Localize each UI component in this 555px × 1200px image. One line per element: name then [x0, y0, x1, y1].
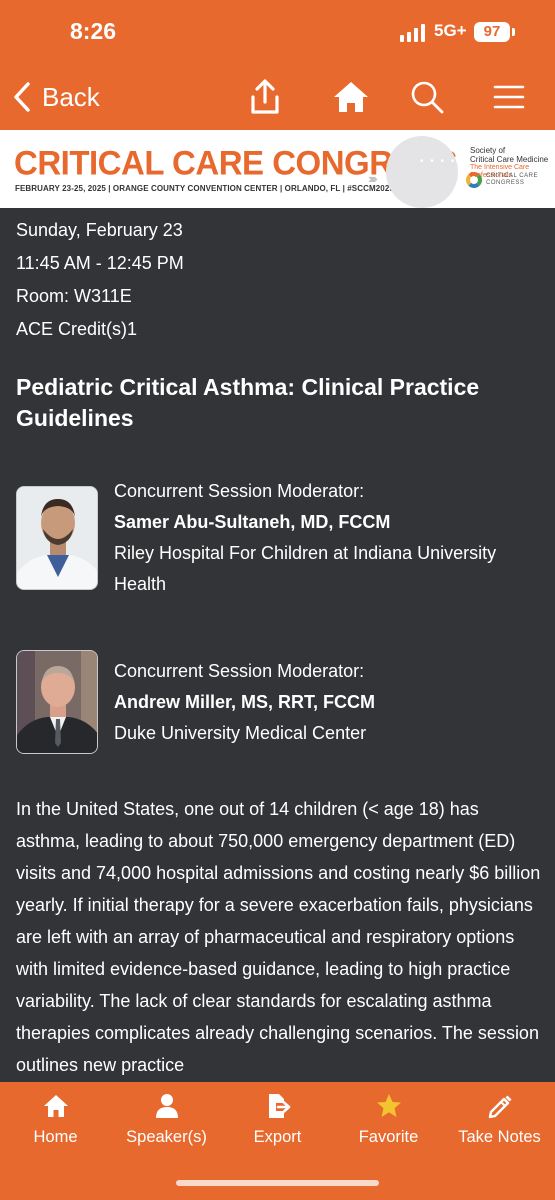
- nav-bar: Back: [0, 64, 555, 130]
- session-date: Sunday, February 23: [16, 220, 183, 240]
- moderator-1-name[interactable]: Samer Abu-Sultaneh, MD, FCCM: [114, 507, 544, 538]
- moderator-1-photo: [17, 487, 97, 589]
- tab-favorite[interactable]: Favorite: [333, 1092, 444, 1147]
- share-icon[interactable]: [246, 78, 284, 116]
- sccm-name-2: Critical Care Medicine: [470, 155, 549, 164]
- battery-icon: 97: [474, 22, 510, 42]
- tab-favorite-label: Favorite: [358, 1128, 419, 1146]
- search-icon[interactable]: [408, 78, 446, 116]
- tab-export[interactable]: Export: [222, 1092, 333, 1147]
- home-icon[interactable]: [332, 78, 370, 116]
- cellular-signal-icon: [400, 24, 425, 42]
- tab-home-label: Home: [33, 1128, 78, 1146]
- moderator-2-affiliation: Duke University Medical Center: [114, 723, 367, 743]
- star-icon: [376, 1094, 401, 1117]
- export-icon: [268, 1094, 290, 1118]
- ccc-line-1: CRITICAL CARE: [486, 173, 538, 179]
- moderator-1-info: Concurrent Session Moderator: Samer Abu-…: [114, 476, 544, 600]
- moderator-2-name[interactable]: Andrew Miller, MS, RRT, FCCM: [114, 687, 544, 718]
- ccc-ring-icon: [466, 172, 482, 188]
- back-button[interactable]: Back: [12, 78, 100, 116]
- status-time: 8:26: [70, 18, 117, 44]
- tab-take-notes[interactable]: Take Notes: [444, 1092, 555, 1147]
- banner-subtitle: FEBRUARY 23-25, 2025 | ORANGE COUNTY CON…: [15, 184, 394, 193]
- tab-speakers-label: Speaker(s): [126, 1128, 207, 1146]
- status-bar: 8:26 5G+ 97: [0, 0, 555, 64]
- banner-dots: • • • •: [420, 156, 457, 167]
- tab-home[interactable]: Home: [0, 1092, 111, 1147]
- back-label: Back: [42, 81, 100, 112]
- tab-speakers[interactable]: Speaker(s): [111, 1092, 222, 1147]
- session-description: In the United States, one out of 14 chil…: [16, 799, 541, 1075]
- session-credits: ACE Credit(s)1: [16, 319, 138, 339]
- moderator-1-role: Concurrent Session Moderator:: [114, 481, 365, 501]
- banner-graphic: [386, 136, 458, 208]
- person-icon: [155, 1094, 178, 1118]
- moderator-1-avatar[interactable]: [16, 486, 98, 590]
- sccm-name-1: Society of: [470, 146, 506, 155]
- moderator-2-photo: [17, 651, 97, 753]
- ccc-line-2: CONGRESS: [486, 180, 525, 186]
- session-title: Pediatric Critical Asthma: Clinical Prac…: [16, 374, 480, 431]
- ccc-logo: CRITICAL CARE CONGRESS: [466, 172, 538, 188]
- menu-icon[interactable]: [490, 78, 528, 116]
- session-room: Room: W311E: [16, 286, 132, 306]
- network-type: 5G+: [434, 21, 467, 40]
- session-time: 11:45 AM - 12:45 PM: [16, 253, 184, 273]
- moderator-2-role: Concurrent Session Moderator:: [114, 661, 365, 681]
- tab-export-label: Export: [253, 1128, 302, 1146]
- moderator-1-affiliation: Riley Hospital For Children at Indiana U…: [114, 543, 497, 594]
- home-indicator[interactable]: [176, 1180, 379, 1186]
- moderator-2-info: Concurrent Session Moderator: Andrew Mil…: [114, 656, 544, 749]
- tab-take-notes-label: Take Notes: [458, 1128, 541, 1146]
- chevron-left-icon: [14, 82, 30, 112]
- home-icon: [43, 1095, 68, 1117]
- battery-tip: [512, 28, 515, 36]
- banner-chevrons: ›››››: [368, 171, 378, 186]
- pencil-icon: [488, 1095, 511, 1119]
- moderator-2-avatar[interactable]: [16, 650, 98, 754]
